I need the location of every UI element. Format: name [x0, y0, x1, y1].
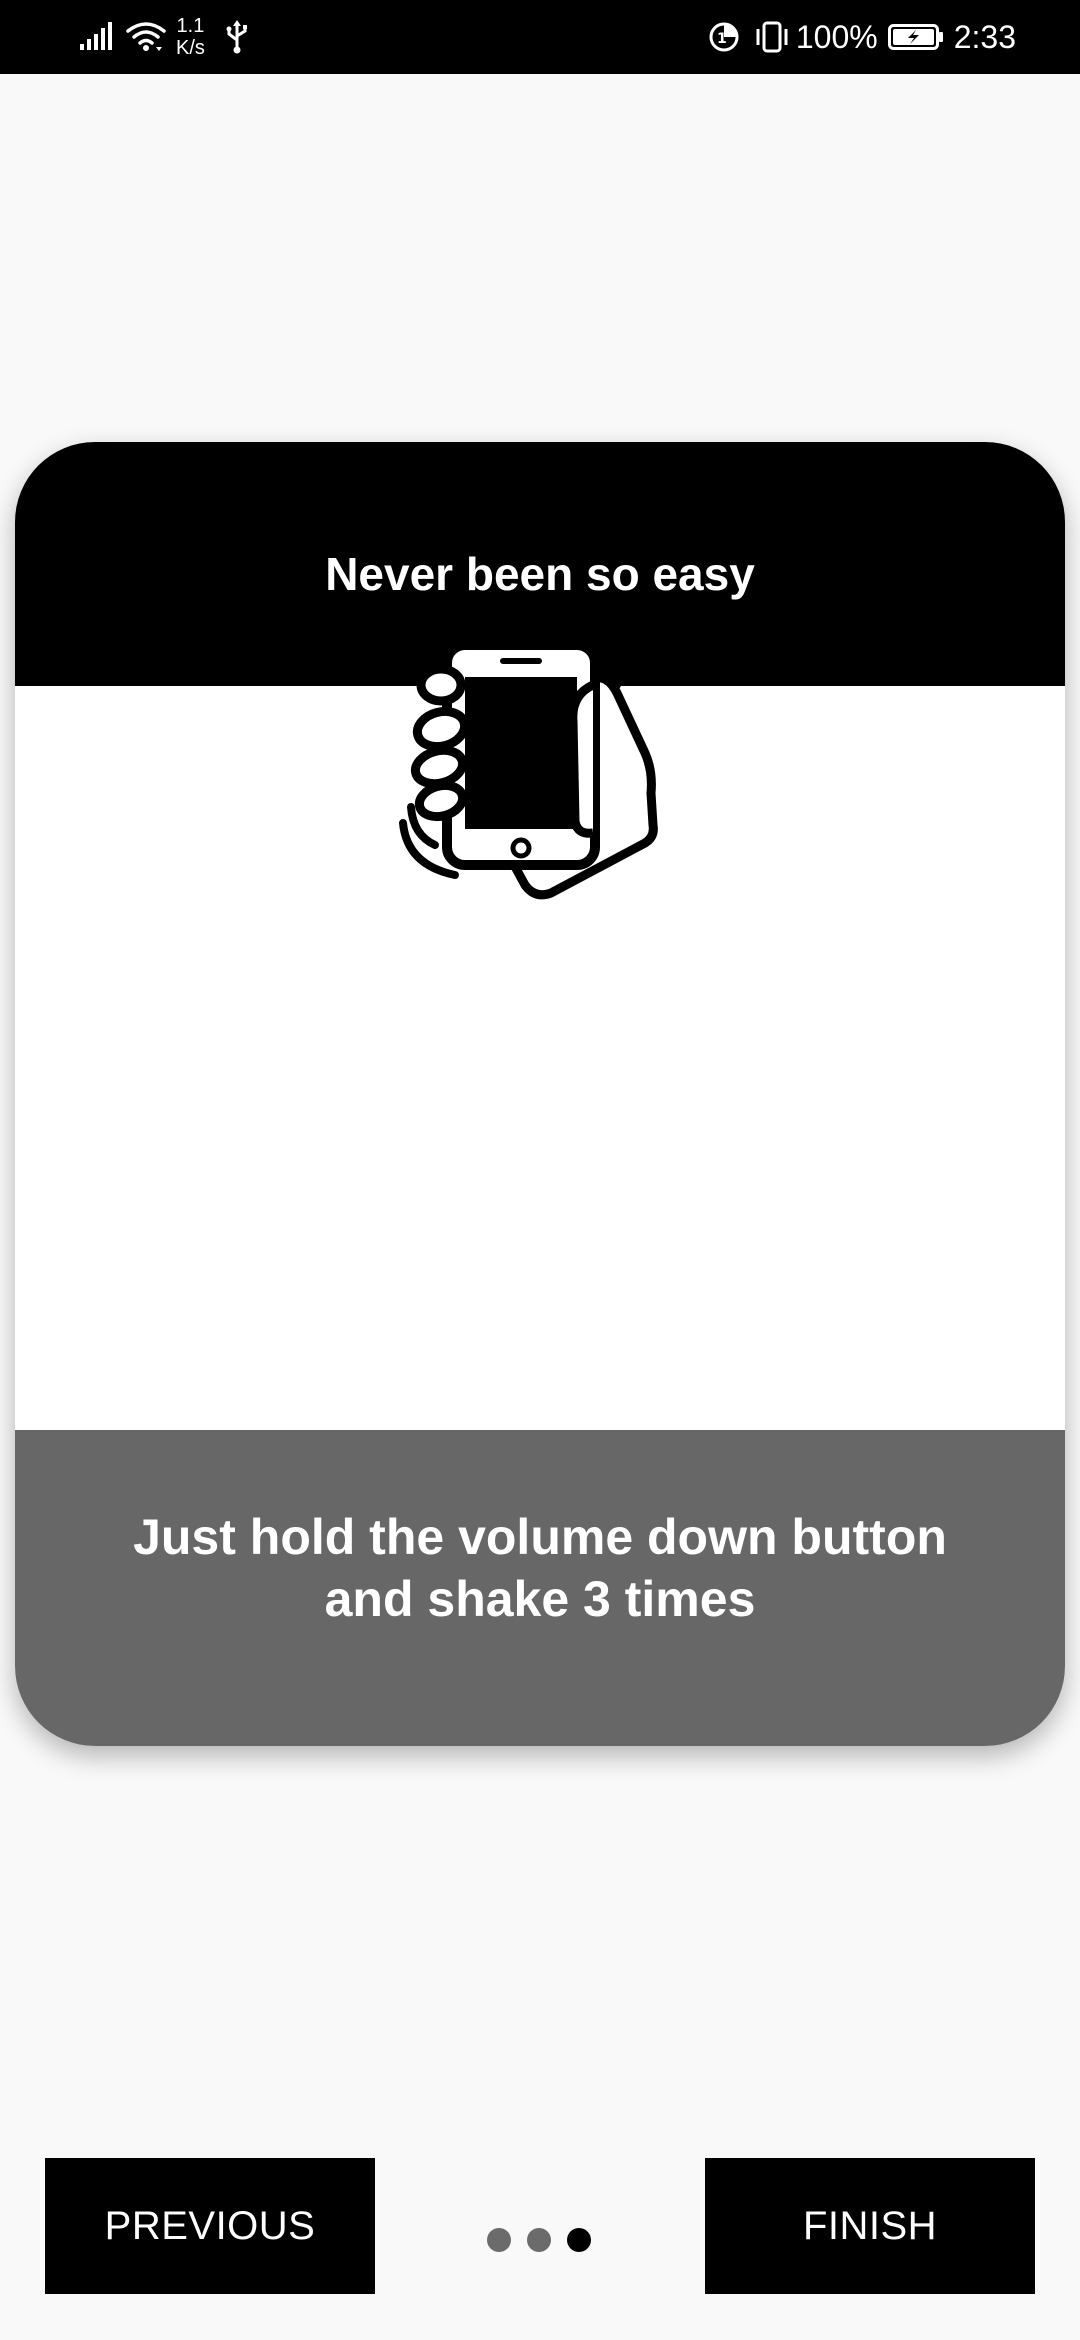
- svg-text:1: 1: [717, 31, 727, 47]
- page-indicator: [487, 2228, 591, 2252]
- card-instruction: Just hold the volume down button and sha…: [133, 1509, 947, 1627]
- battery-charging-icon: [887, 22, 944, 52]
- card-footer: Just hold the volume down button and sha…: [15, 1430, 1065, 1746]
- usb-icon: [225, 20, 249, 54]
- previous-button[interactable]: PREVIOUS: [45, 2158, 375, 2294]
- status-bar-left: 1.1 K/s: [80, 0, 249, 74]
- wifi-icon: [126, 21, 166, 53]
- data-saver-icon: 1: [708, 21, 740, 53]
- status-bar-right: 1 100% 2:33: [708, 0, 1016, 74]
- status-bar: 1.1 K/s 1 100% 2:33: [0, 0, 1080, 74]
- page-dot-3-active[interactable]: [567, 2228, 591, 2252]
- page-dot-2[interactable]: [527, 2228, 551, 2252]
- page-dot-1[interactable]: [487, 2228, 511, 2252]
- hand-shaking-phone-icon: [395, 593, 685, 913]
- signal-icon: [80, 22, 114, 52]
- network-speed-value: 1.1: [176, 15, 205, 37]
- battery-percent: 100%: [795, 18, 878, 55]
- finish-button[interactable]: FINISH: [705, 2158, 1035, 2294]
- clock: 2:33: [953, 18, 1016, 55]
- vibrate-icon: [754, 21, 790, 53]
- network-speed: 1.1 K/s: [176, 15, 205, 59]
- network-speed-unit: K/s: [176, 37, 205, 59]
